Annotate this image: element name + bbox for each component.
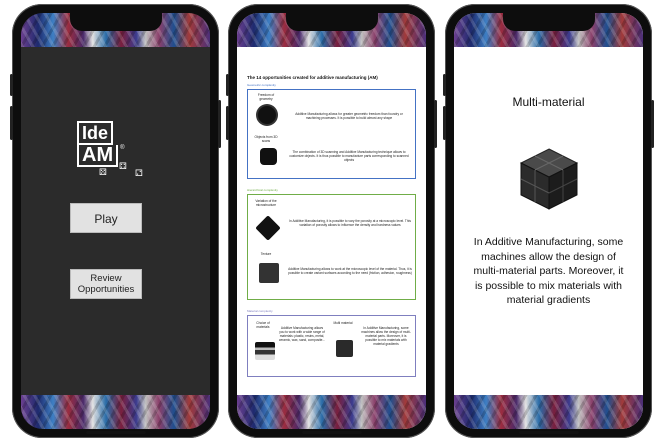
scan-object-icon [260,148,277,165]
item-text: The combination of 3D scanning and Addit… [289,150,409,162]
item-label: Objects from 3D scans [254,135,278,143]
notch [69,13,162,31]
ideam-logo: Ide AM ® ⚄ ⚃ ⚁ [77,121,157,181]
item-label: Multi material [333,321,353,325]
decorative-pattern-bottom [21,395,210,429]
home-indicator [518,431,579,434]
multi-material-icon [336,340,353,357]
play-button[interactable]: Play [70,203,142,233]
document-title: The 14 opportunities created for additiv… [247,75,378,80]
section-hierarchical[interactable]: Variation of the microstructure In Addit… [247,194,416,300]
dice-icon: ⚃ [119,161,127,171]
decorative-pattern-bottom [454,395,643,429]
section-material[interactable]: Choice of materials Additive Manufacturi… [247,315,416,377]
notch [502,13,595,31]
logo-trademark: ® [120,145,125,151]
home-screen: Ide AM ® ⚄ ⚃ ⚁ Play Review Opportunities [21,13,210,429]
opportunities-screen: The 14 opportunities created for additiv… [237,13,426,429]
notch [285,13,378,31]
freedom-geometry-icon [258,106,276,124]
item-text: Additive Manufacturing allows you to wor… [278,326,326,342]
home-indicator [85,431,146,434]
home-indicator [301,431,362,434]
logo-line-2: AM [77,145,119,167]
item-label: Choice of materials [256,321,270,329]
materials-stack-icon [255,342,275,360]
item-text: In Additive Manufacturing, some machines… [361,326,411,346]
microstructure-icon [255,215,281,241]
phone-frame-1: Ide AM ® ⚄ ⚃ ⚁ Play Review Opportunities [10,4,221,438]
phone-frame-3: Multi-material In Additive Manufacturing… [443,4,654,438]
opportunity-title: Multi-material [512,95,585,109]
logo-line-1: Ide [77,121,114,145]
item-label: Freedom of geometry [257,93,275,101]
phone-frame-2: The 14 opportunities created for additiv… [226,4,437,438]
item-label: Variation of the microstructure [255,199,277,207]
item-label: Texture [260,252,272,256]
item-text: Additive Manufacturing allows for greate… [295,112,403,120]
section-geometric[interactable]: Freedom of geometry Additive Manufacturi… [247,89,416,179]
review-opportunities-button[interactable]: Review Opportunities [70,269,142,299]
dice-icon: ⚁ [135,168,143,178]
section-label-hierarchical: Hierarchical complexity [247,188,278,192]
opportunity-detail-screen: Multi-material In Additive Manufacturing… [454,13,643,429]
item-text: In Additive Manufacturing, it is possibl… [289,219,411,227]
texture-icon [259,263,279,283]
section-label-geometric: Geometric complexity [247,83,276,87]
decorative-pattern-bottom [237,395,426,429]
item-text: Additive Manufacturing allows to work at… [288,267,412,275]
opportunity-description: In Additive Manufacturing, some machines… [473,236,624,306]
dice-icon: ⚄ [99,167,107,177]
section-label-material: Material complexity [247,309,273,313]
multi-material-cube-icon [519,148,579,210]
